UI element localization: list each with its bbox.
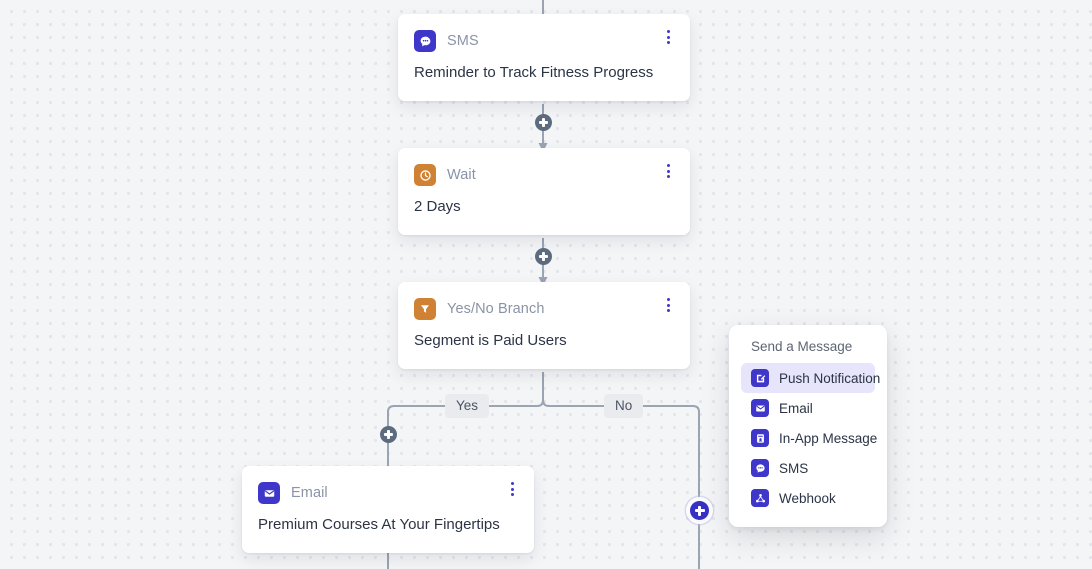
node-menu-button[interactable] <box>502 478 522 500</box>
node-title: Premium Courses At Your Fingertips <box>258 516 500 533</box>
add-step-button-no-branch[interactable] <box>690 501 709 520</box>
node-type-label: Yes/No Branch <box>447 301 545 317</box>
in-app-message-icon <box>751 429 769 447</box>
branch-label-yes: Yes <box>445 394 490 419</box>
envelope-icon <box>258 482 280 504</box>
menu-item-label: In-App Message <box>779 430 878 446</box>
menu-item-webhook[interactable]: Webhook <box>741 483 875 513</box>
node-header: SMS <box>398 14 690 52</box>
node-menu-button[interactable] <box>658 294 678 316</box>
add-step-button-after-sms[interactable] <box>535 114 552 131</box>
sms-bubble-icon <box>751 459 769 477</box>
node-header: Email <box>242 466 534 504</box>
menu-item-label: Webhook <box>779 490 836 506</box>
node-header: Yes/No Branch <box>398 282 690 320</box>
menu-item-label: SMS <box>779 460 809 476</box>
menu-item-label: Email <box>779 400 813 416</box>
menu-item-in-app-message[interactable]: In-App Message <box>741 423 878 453</box>
journey-canvas[interactable]: SMS Reminder to Track Fitness Progress W… <box>0 0 1092 569</box>
add-step-button-yes-branch[interactable] <box>380 426 397 443</box>
funnel-icon <box>414 298 436 320</box>
node-card-email[interactable]: Email Premium Courses At Your Fingertips <box>242 466 534 553</box>
branch-label-no: No <box>604 394 644 419</box>
menu-item-email[interactable]: Email <box>741 393 875 423</box>
node-card-branch[interactable]: Yes/No Branch Segment is Paid Users <box>398 282 690 369</box>
sms-bubble-icon <box>414 30 436 52</box>
node-title: Reminder to Track Fitness Progress <box>414 64 654 81</box>
envelope-icon <box>751 399 769 417</box>
node-type-label: Email <box>291 485 328 501</box>
menu-heading: Send a Message <box>751 339 853 354</box>
node-card-wait[interactable]: Wait 2 Days <box>398 148 690 235</box>
send-a-message-menu[interactable]: Send a Message Push Notification Email I… <box>729 325 887 527</box>
node-type-label: Wait <box>447 167 476 183</box>
node-menu-button[interactable] <box>658 160 678 182</box>
node-header: Wait <box>398 148 690 186</box>
node-title: 2 Days <box>414 198 461 215</box>
menu-item-label: Push Notification <box>779 370 881 386</box>
connector-no-branch <box>542 399 700 569</box>
clock-icon <box>414 164 436 186</box>
push-notification-icon <box>751 369 769 387</box>
node-title: Segment is Paid Users <box>414 332 567 349</box>
menu-item-push-notification[interactable]: Push Notification <box>741 363 880 393</box>
add-step-button-after-wait[interactable] <box>535 248 552 265</box>
menu-item-sms[interactable]: SMS <box>741 453 875 483</box>
node-menu-button[interactable] <box>658 26 678 48</box>
node-type-label: SMS <box>447 33 479 49</box>
webhook-icon <box>751 489 769 507</box>
node-card-sms[interactable]: SMS Reminder to Track Fitness Progress <box>398 14 690 101</box>
